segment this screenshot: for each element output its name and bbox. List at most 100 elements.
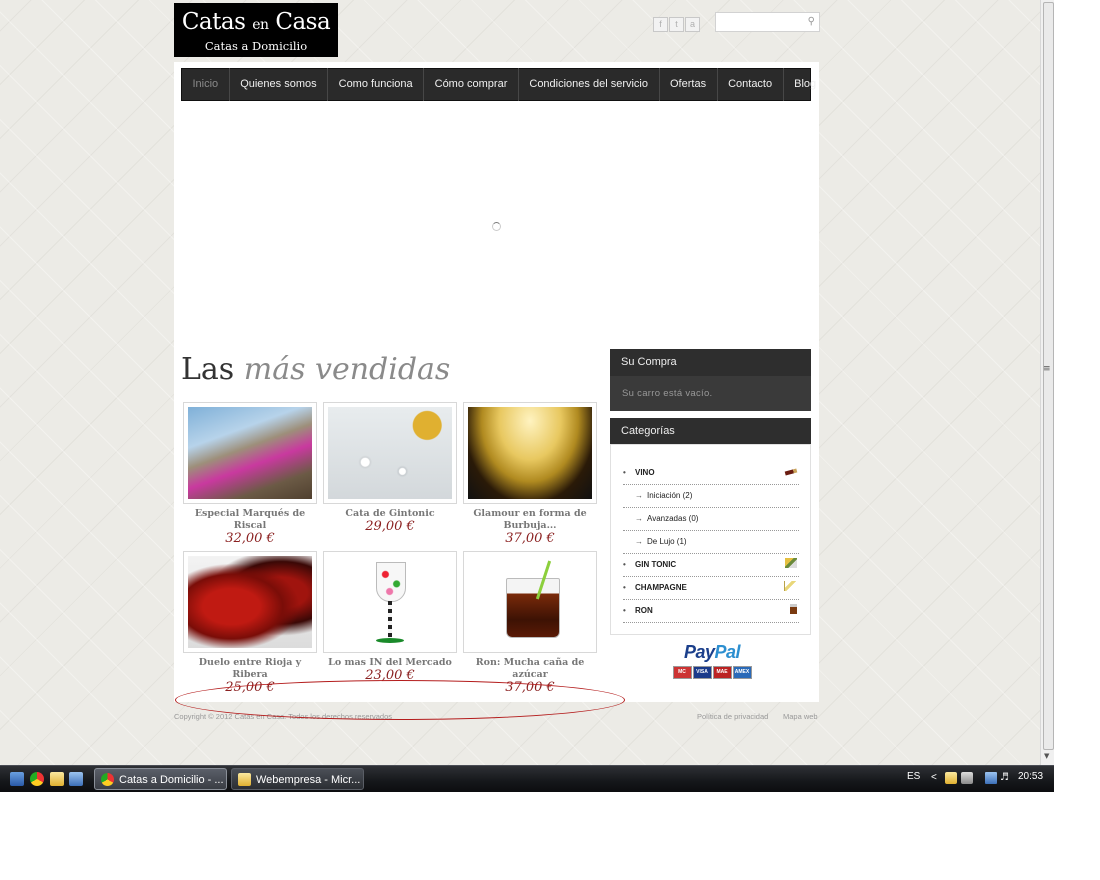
- paypal-logo-pay: Pay: [683, 642, 715, 662]
- nav-item-como-comprar[interactable]: Cómo comprar: [424, 68, 519, 101]
- category-item-vino[interactable]: • VINO: [623, 462, 799, 485]
- visa-icon: VISA: [692, 666, 712, 679]
- site-logo[interactable]: Catas en Casa Catas a Domicilio: [174, 3, 338, 57]
- loading-spinner-icon: [492, 222, 501, 231]
- wine-bottle-icon: [784, 468, 798, 476]
- mail-tray-icon[interactable]: [945, 772, 957, 784]
- show-desktop-icon[interactable]: [10, 772, 24, 786]
- product-price: 37,00 €: [505, 531, 555, 546]
- category-label[interactable]: CHAMPAGNE: [635, 583, 687, 592]
- product-image[interactable]: [323, 402, 457, 504]
- product-image[interactable]: [463, 402, 597, 504]
- nav-item-contacto[interactable]: Contacto: [718, 68, 784, 101]
- logo-title-en: en: [252, 17, 269, 33]
- network-icon[interactable]: [985, 772, 997, 784]
- chrome-quicklaunch-icon[interactable]: [30, 772, 44, 786]
- twitter-icon[interactable]: t: [669, 17, 684, 32]
- product-card[interactable]: Ron: Mucha caña de azúcar 37,00 €: [463, 551, 597, 695]
- language-indicator[interactable]: ES: [907, 771, 920, 782]
- scroll-down-arrow-icon[interactable]: ▼: [1044, 752, 1049, 760]
- product-name[interactable]: Glamour en forma de Burbuja...: [463, 508, 597, 532]
- taskbar-button-label: Catas a Domicilio - ...: [119, 774, 224, 786]
- category-label[interactable]: GIN TONIC: [635, 560, 676, 569]
- product-card[interactable]: Cata de Gintonic 29,00 €: [323, 402, 457, 534]
- product-price: 32,00 €: [225, 531, 275, 546]
- taskbar-button-mail[interactable]: Webempresa - Micr...: [231, 768, 364, 790]
- search-icon[interactable]: ⚲: [808, 16, 815, 27]
- category-label[interactable]: RON: [635, 606, 653, 615]
- paypal-badge[interactable]: PayPal MC VISA MAE AMEX: [662, 641, 762, 679]
- category-item-gin-tonic[interactable]: • GIN TONIC: [623, 554, 799, 577]
- mail-icon: [238, 773, 251, 786]
- paypal-logo-pal: Pal: [714, 642, 741, 662]
- maestro-icon: MAE: [712, 666, 732, 679]
- section-title: Las más vendidas: [181, 352, 450, 387]
- app-tray-icon[interactable]: [961, 772, 973, 784]
- volume-icon[interactable]: ♬: [1000, 772, 1012, 784]
- categories-list: • VINO → Iniciación (2) → Avanzadas (0) → De…: [610, 444, 811, 635]
- product-card[interactable]: Lo mas IN del Mercado 23,00 €: [323, 551, 457, 683]
- category-item-de-lujo[interactable]: → De Lujo (1): [623, 531, 799, 554]
- footer-sitemap-link[interactable]: Mapa web: [783, 712, 818, 721]
- bullet-icon: •: [623, 560, 626, 569]
- category-item-avanzadas[interactable]: → Avanzadas (0): [623, 508, 799, 531]
- amex-icon: AMEX: [732, 666, 752, 679]
- product-card[interactable]: Duelo entre Rioja y Ribera 25,00 €: [183, 551, 317, 695]
- nav-item-quienes-somos[interactable]: Quienes somos: [230, 68, 329, 101]
- category-label[interactable]: De Lujo (1): [647, 537, 687, 546]
- product-name[interactable]: Duelo entre Rioja y Ribera: [183, 657, 317, 681]
- product-name[interactable]: Especial Marqués de Riscal: [183, 508, 317, 532]
- mail-quicklaunch-icon[interactable]: [50, 772, 64, 786]
- clock[interactable]: 20:53: [1018, 771, 1043, 782]
- window-switcher-icon[interactable]: [69, 772, 83, 786]
- taskbar-button-label: Webempresa - Micr...: [256, 774, 361, 786]
- nav-item-ofertas[interactable]: Ofertas: [660, 68, 718, 101]
- paypal-logo: PayPal: [662, 641, 762, 663]
- category-item-champagne[interactable]: • CHAMPAGNE: [623, 577, 799, 600]
- scrollbar-thumb[interactable]: [1043, 2, 1054, 750]
- screen: Catas en Casa Catas a Domicilio f t a ⚲ …: [0, 0, 1054, 792]
- taskbar-button-chrome[interactable]: Catas a Domicilio - ...: [94, 768, 227, 790]
- section-title-accent: más vendidas: [243, 352, 451, 387]
- champagne-glass-icon: [784, 581, 797, 591]
- bullet-icon: •: [623, 606, 626, 615]
- product-card[interactable]: Especial Marqués de Riscal 32,00 €: [183, 402, 317, 546]
- product-name[interactable]: Ron: Mucha caña de azúcar: [463, 657, 597, 681]
- main-nav: Inicio Quienes somos Como funciona Cómo …: [181, 68, 816, 101]
- category-label[interactable]: Avanzadas (0): [647, 514, 698, 523]
- nav-item-condiciones[interactable]: Condiciones del servicio: [519, 68, 660, 101]
- chrome-icon: [101, 773, 114, 786]
- category-item-iniciacion[interactable]: → Iniciación (2): [623, 485, 799, 508]
- arrow-right-icon: →: [635, 514, 643, 523]
- annotation-ellipse: [175, 680, 625, 720]
- rss-icon[interactable]: a: [685, 17, 700, 32]
- chevron-left-icon[interactable]: <: [931, 772, 943, 784]
- product-card[interactable]: Glamour en forma de Burbuja... 37,00 €: [463, 402, 597, 546]
- product-image[interactable]: [183, 402, 317, 504]
- footer-privacy-link[interactable]: Política de privacidad: [697, 712, 768, 721]
- browser-viewport: Catas en Casa Catas a Domicilio f t a ⚲ …: [0, 0, 1040, 765]
- category-label[interactable]: Iniciación (2): [647, 491, 692, 500]
- nav-item-inicio[interactable]: Inicio: [182, 68, 230, 101]
- nav-item-blog[interactable]: Blog: [784, 68, 827, 101]
- bullet-icon: •: [623, 583, 626, 592]
- product-image[interactable]: [463, 551, 597, 653]
- logo-title-word2: Casa: [275, 9, 331, 35]
- category-item-ron[interactable]: • RON: [623, 600, 799, 623]
- nav-item-como-funciona[interactable]: Como funciona: [328, 68, 425, 101]
- vertical-scrollbar[interactable]: ≡ ▼: [1040, 0, 1054, 765]
- arrow-right-icon: →: [635, 491, 643, 500]
- scrollbar-grip-icon: ≡: [1043, 364, 1051, 374]
- taskbar: Catas a Domicilio - ... Webempresa - Mic…: [0, 765, 1054, 792]
- bullet-icon: •: [623, 468, 626, 477]
- product-image[interactable]: [323, 551, 457, 653]
- facebook-icon[interactable]: f: [653, 17, 668, 32]
- cart-box-title: Su Compra: [610, 349, 811, 376]
- rum-glass-icon: [790, 604, 797, 614]
- category-label[interactable]: VINO: [635, 468, 655, 477]
- cart-empty-text: Su carro está vacío.: [610, 376, 811, 411]
- search-input[interactable]: ⚲: [715, 12, 820, 32]
- product-price: 29,00 €: [365, 519, 415, 534]
- section-title-plain: Las: [181, 352, 235, 387]
- product-image[interactable]: [183, 551, 317, 653]
